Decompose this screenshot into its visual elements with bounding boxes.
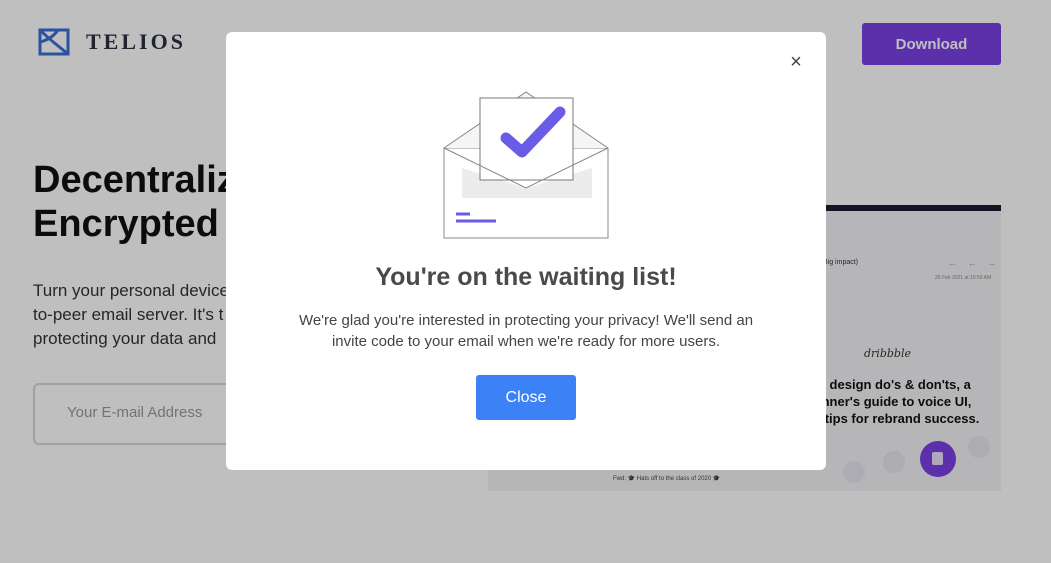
modal-title: You're on the waiting list!: [375, 263, 677, 291]
modal-message-line-1: We're glad you're interested in protecti…: [298, 312, 754, 329]
close-button[interactable]: Close: [476, 375, 576, 420]
close-icon[interactable]: ×: [786, 52, 806, 72]
modal-message: We're glad you're interested in protecti…: [286, 310, 766, 352]
page-background: TELIOS ck Download Decentraliz Encrypted…: [0, 0, 1051, 563]
waiting-list-modal: × You're on the waiting list! We're glad…: [226, 32, 826, 470]
envelope-check-icon: [443, 91, 609, 239]
modal-message-line-2: invite code to your email when we're rea…: [331, 333, 721, 350]
